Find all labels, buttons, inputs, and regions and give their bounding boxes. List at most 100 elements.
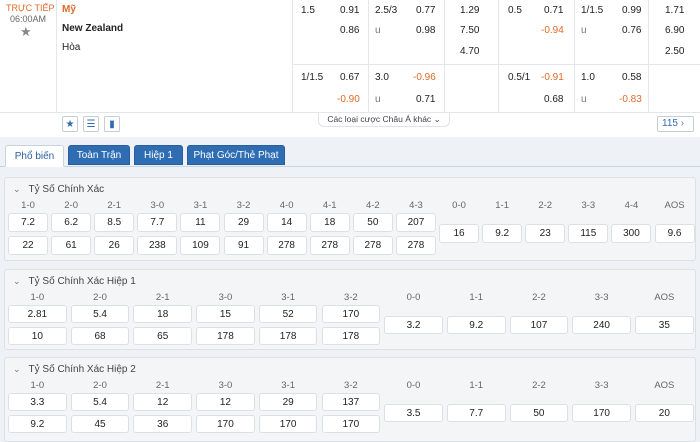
odds-box[interactable]: 178	[258, 327, 318, 345]
odds-value[interactable]: -0.91	[541, 72, 564, 83]
odds-box[interactable]: 170	[321, 305, 381, 323]
odds-value[interactable]: 6.90	[665, 25, 684, 36]
odds-box[interactable]: 207	[395, 213, 436, 232]
tab-corners-cards[interactable]: Phạt Góc/Thẻ Phạt	[187, 145, 285, 165]
odds-box[interactable]: 5.4	[70, 305, 130, 323]
odds-value[interactable]: 0.67	[340, 72, 359, 83]
odds-box[interactable]: 178	[196, 327, 255, 345]
odds-value[interactable]: 0.98	[416, 25, 435, 36]
odds-box[interactable]: 238	[137, 236, 178, 255]
odds-box[interactable]: 50	[352, 213, 393, 232]
odds-box[interactable]: 170	[258, 415, 318, 433]
odds-value[interactable]: 0.58	[622, 72, 641, 83]
odds-value[interactable]: 0.76	[622, 25, 641, 36]
odds-box[interactable]: 16	[439, 224, 480, 243]
odds-box[interactable]: 8.5	[94, 213, 135, 232]
odds-box[interactable]: 20	[635, 404, 694, 422]
tab-full-match[interactable]: Toàn Trận	[68, 145, 130, 165]
odds-value[interactable]: -0.94	[541, 25, 564, 36]
score-label: AOS	[664, 200, 685, 211]
section-header[interactable]: ⌄ Tỷ Số Chính Xác Hiệp 2	[5, 358, 136, 380]
odds-box[interactable]: 137	[321, 393, 381, 411]
odds-box[interactable]: 45	[70, 415, 130, 433]
odds-value[interactable]: 0.71	[544, 5, 563, 16]
odds-value[interactable]: 0.99	[622, 5, 641, 16]
odds-value[interactable]: 0.68	[544, 94, 563, 105]
odds-value[interactable]: 0.77	[416, 5, 435, 16]
tab-popular[interactable]: Phổ biến	[5, 145, 64, 167]
odds-box[interactable]: 36	[133, 415, 193, 433]
odds-box[interactable]: 18	[133, 305, 193, 323]
odds-box[interactable]: 29	[223, 213, 264, 232]
odds-value[interactable]: 7.50	[460, 25, 479, 36]
odds-value[interactable]: 0.71	[416, 94, 435, 105]
odds-box[interactable]: 7.2	[8, 213, 49, 232]
odds-box[interactable]: 11	[180, 213, 221, 232]
odds-box[interactable]: 9.2	[482, 224, 523, 243]
odds-box[interactable]: 2.81	[8, 305, 67, 323]
odds-box[interactable]: 18	[309, 213, 350, 232]
section-header[interactable]: ⌄ Tỷ Số Chính Xác Hiệp 1	[5, 270, 136, 292]
odds-box[interactable]: 23	[525, 224, 566, 243]
odds-box[interactable]: 3.3	[8, 393, 67, 411]
odds-value[interactable]: -0.83	[619, 94, 642, 105]
odds-value[interactable]: 1.29	[460, 5, 479, 16]
odds-box[interactable]: 65	[133, 327, 193, 345]
odds-box[interactable]: 12	[196, 393, 255, 411]
score-label: 2-0	[64, 200, 78, 211]
section-header[interactable]: ⌄ Tỷ Số Chính Xác	[5, 178, 104, 200]
favorite-star-icon[interactable]: ★	[20, 24, 32, 40]
odds-box[interactable]: 6.2	[51, 213, 92, 232]
odds-box[interactable]: 10	[8, 327, 67, 345]
star-icon: ★	[65, 118, 75, 130]
odds-box[interactable]: 91	[223, 236, 264, 255]
odds-box[interactable]: 300	[611, 224, 652, 243]
odds-box[interactable]: 35	[635, 316, 694, 334]
odds-box[interactable]: 240	[572, 316, 631, 334]
odds-box[interactable]: 7.7	[137, 213, 178, 232]
odds-box[interactable]: 170	[572, 404, 631, 422]
more-asian-bets-button[interactable]: Các loại cược Châu Á khác ⌄	[318, 113, 450, 127]
odds-box[interactable]: 3.2	[384, 316, 443, 334]
odds-box[interactable]: 170	[196, 415, 255, 433]
odds-box[interactable]: 14	[266, 213, 307, 232]
odds-box[interactable]: 50	[509, 404, 569, 422]
odds-box[interactable]: 278	[395, 236, 436, 255]
odds-box[interactable]: 109	[180, 236, 221, 255]
odds-box[interactable]: 9.6	[654, 224, 695, 243]
odds-box[interactable]: 115	[568, 224, 609, 243]
odds-box[interactable]: 22	[8, 236, 49, 255]
odds-value[interactable]: 1.71	[665, 5, 684, 16]
odds-box[interactable]: 29	[258, 393, 318, 411]
odds-value[interactable]: 4.70	[460, 46, 479, 57]
score-label: 3-0	[218, 292, 233, 303]
odds-box[interactable]: 9.2	[8, 415, 67, 433]
odds-value[interactable]: 0.91	[340, 5, 359, 16]
odds-box[interactable]: 278	[309, 236, 350, 255]
odds-box[interactable]: 61	[51, 236, 92, 255]
odds-box[interactable]: 3.5	[384, 404, 443, 422]
odds-box[interactable]: 9.2	[446, 316, 506, 334]
odds-value[interactable]: -0.96	[413, 72, 436, 83]
odds-box[interactable]: 278	[352, 236, 393, 255]
more-count-button[interactable]: 115 ›	[657, 116, 694, 132]
odds-box[interactable]: 178	[321, 327, 381, 345]
odds-box[interactable]: 12	[133, 393, 193, 411]
odds-box[interactable]: 52	[258, 305, 318, 323]
star-button[interactable]: ★	[62, 116, 78, 132]
odds-value[interactable]: 2.50	[665, 46, 684, 57]
tab-first-half[interactable]: Hiệp 1	[134, 145, 183, 165]
section-correct-score: ⌄ Tỷ Số Chính Xác 1-0 2-0 2-1 3-0 3-1 3-2 4-0 4-…	[4, 177, 696, 261]
odds-box[interactable]: 7.7	[446, 404, 506, 422]
stats-button[interactable]: ▮	[104, 116, 120, 132]
odds-box[interactable]: 278	[266, 236, 307, 255]
odds-box[interactable]: 107	[509, 316, 569, 334]
odds-box[interactable]: 68	[70, 327, 130, 345]
odds-box[interactable]: 15	[196, 305, 255, 323]
odds-box[interactable]: 5.4	[70, 393, 130, 411]
odds-value[interactable]: -0.90	[337, 94, 360, 105]
odds-value[interactable]: 0.86	[340, 25, 359, 36]
list-button[interactable]: ☰	[83, 116, 99, 132]
odds-box[interactable]: 170	[321, 415, 381, 433]
odds-box[interactable]: 26	[94, 236, 135, 255]
